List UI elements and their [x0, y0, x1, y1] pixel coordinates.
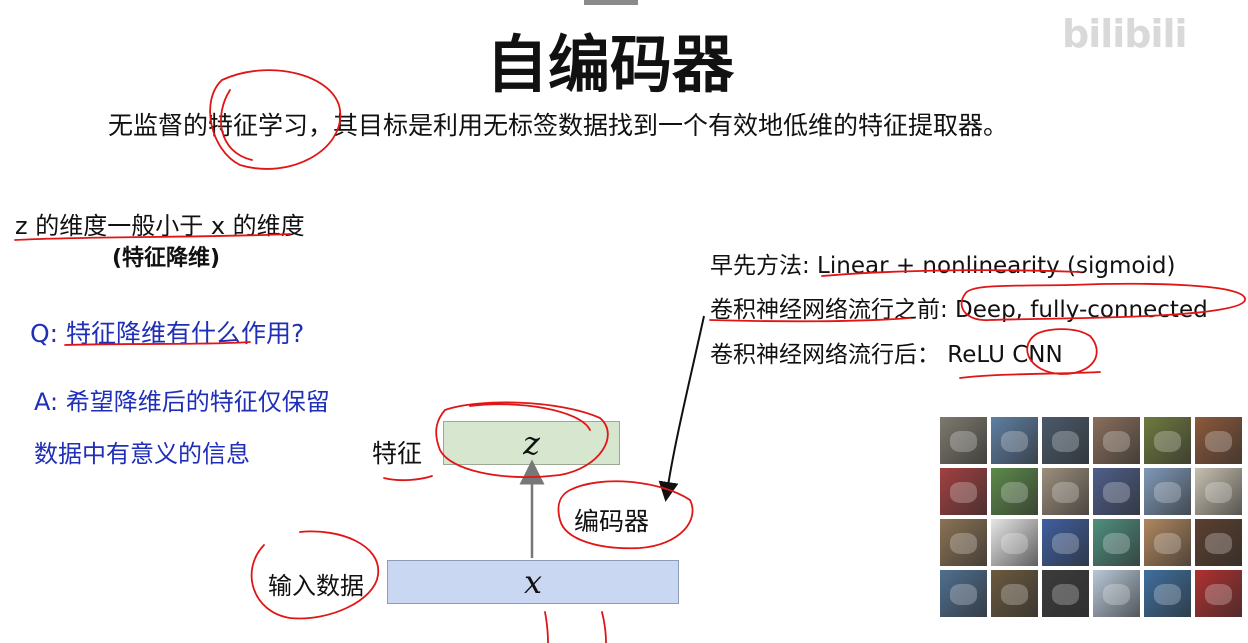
sample-image-thumbnail: [1144, 519, 1191, 566]
sample-image-thumbnail: [940, 519, 987, 566]
sample-image-thumbnail: [991, 468, 1038, 515]
sample-image-thumbnail: [940, 570, 987, 617]
sample-image-thumbnail: [1042, 468, 1089, 515]
sample-image-thumbnail: [1093, 417, 1140, 464]
sample-image-thumbnail: [1042, 519, 1089, 566]
sample-image-grid: [940, 417, 1242, 617]
sample-image-thumbnail: [1093, 570, 1140, 617]
sample-image-thumbnail: [991, 570, 1038, 617]
sample-image-thumbnail: [1144, 570, 1191, 617]
sample-image-thumbnail: [1144, 417, 1191, 464]
sample-image-thumbnail: [1093, 468, 1140, 515]
sample-image-thumbnail: [1042, 570, 1089, 617]
sample-image-thumbnail: [1195, 468, 1242, 515]
pointer-arrow: [658, 315, 705, 502]
sample-image-thumbnail: [1195, 417, 1242, 464]
sample-image-thumbnail: [1195, 519, 1242, 566]
sample-image-thumbnail: [940, 468, 987, 515]
sample-image-thumbnail: [1042, 417, 1089, 464]
sample-image-thumbnail: [991, 417, 1038, 464]
sample-image-thumbnail: [940, 417, 987, 464]
sample-image-thumbnail: [1195, 570, 1242, 617]
sample-image-thumbnail: [1144, 468, 1191, 515]
sample-image-thumbnail: [1093, 519, 1140, 566]
sample-image-thumbnail: [991, 519, 1038, 566]
